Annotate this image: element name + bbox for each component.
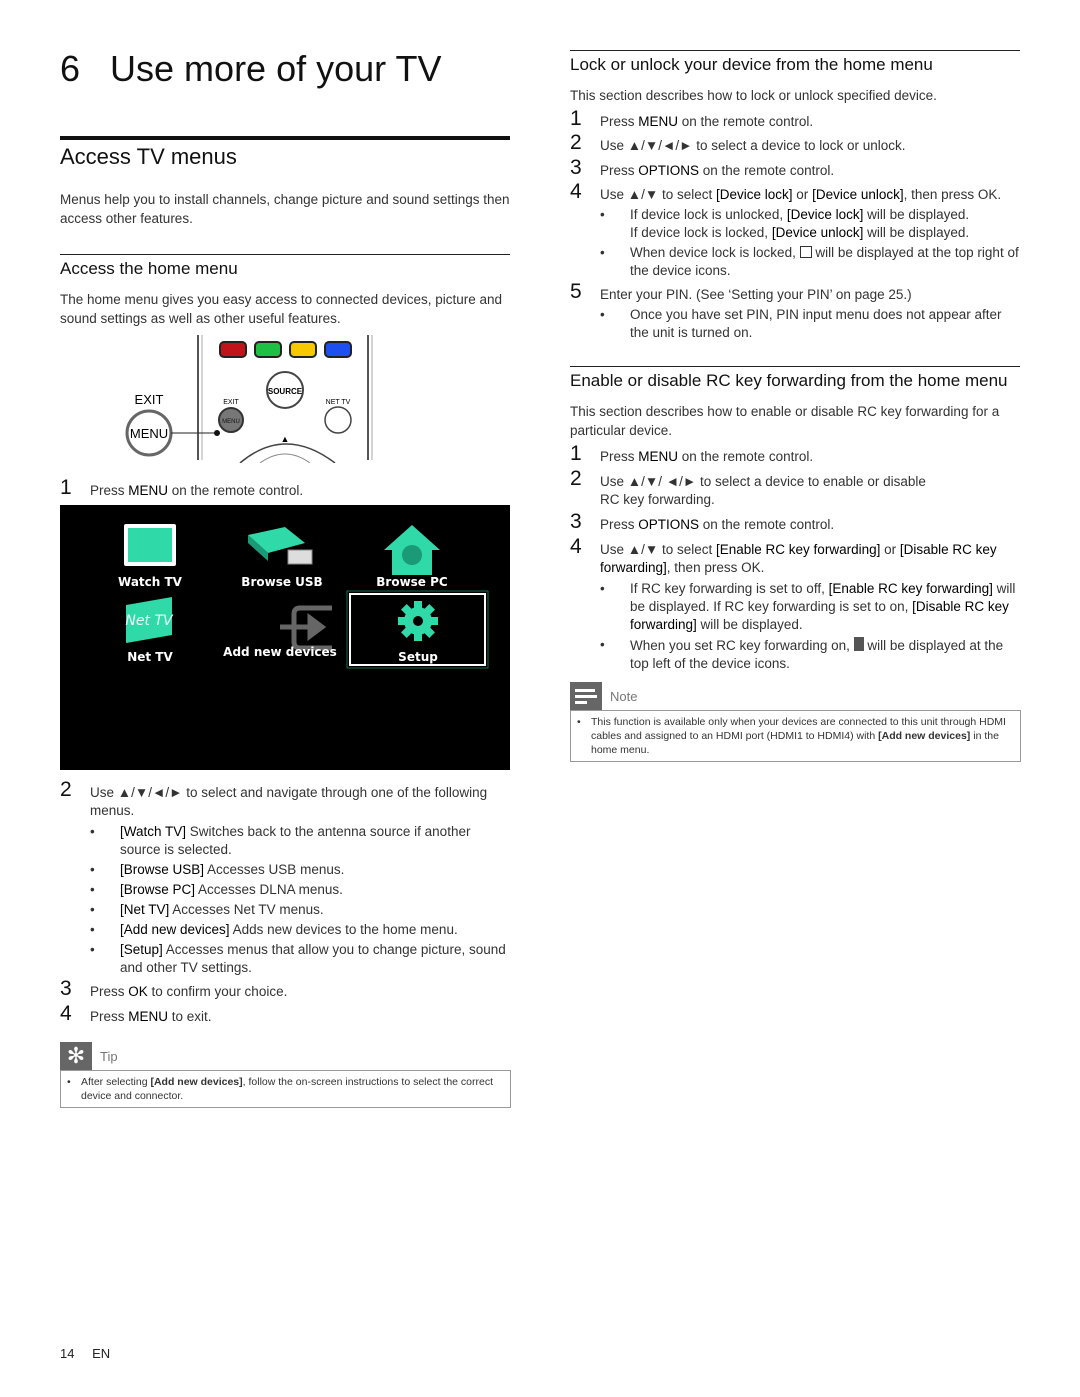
green-button	[254, 341, 282, 358]
menu-item-setup[interactable]: Setup	[358, 650, 478, 664]
chapter-title-text: Use more of your TV	[110, 48, 442, 89]
rc-section-title: Enable or disable RC key forwarding from…	[570, 371, 1008, 390]
rc-step-2: 2 Use ▲/▼/ ◄/► to select a device to ena…	[570, 467, 926, 507]
lock-bullet-icon: • When device lock is locked, will be di…	[600, 245, 1019, 278]
svg-text:Net TV: Net TV	[125, 613, 174, 629]
lock-step-4: 4 Use ▲/▼ to select [Device lock] or [De…	[570, 180, 1002, 203]
rc-step-1: 1 Press MENU on the remote control.	[570, 442, 814, 465]
rc-bullet-status: • If RC key forwarding is set to off, [E…	[600, 581, 1016, 632]
lock-bullet-status: • If device lock is unlocked, [Device lo…	[600, 207, 970, 240]
language-code: EN	[92, 1346, 111, 1361]
home-network-icon	[384, 525, 440, 575]
nettv-button	[324, 406, 352, 434]
chapter-number: 6	[60, 48, 81, 89]
exit-callout-label: EXIT	[135, 392, 164, 407]
menu-item-add-new-devices[interactable]: Add new devices	[220, 645, 340, 659]
subsection-title: Access the home menu	[60, 259, 238, 278]
lock-step-5: 5 Enter your PIN. (See ‘Setting your PIN…	[570, 280, 912, 303]
section-title: Access TV menus	[60, 144, 237, 169]
lock-section-title: Lock or unlock your device from the home…	[570, 55, 933, 74]
lock-intro: This section describes how to lock or un…	[570, 88, 937, 103]
bullet-add-new-devices: • [Add new devices] Adds new devices to t…	[90, 922, 458, 937]
red-button	[219, 341, 247, 358]
nettv-icon: Net TV	[125, 597, 174, 643]
source-label: SOURCE	[268, 387, 303, 396]
menu-item-browse-pc[interactable]: Browse PC	[352, 575, 472, 589]
home-menu-icons: Net TV	[124, 524, 489, 669]
menu-item-watch-tv[interactable]: Watch TV	[90, 575, 210, 589]
remote-illustration: SOURCE EXIT MENU NET TV ▲ EXIT MENU	[110, 335, 375, 464]
lock-section-divider	[570, 50, 1020, 51]
menu-item-net-tv[interactable]: Net TV	[90, 650, 210, 664]
menu-item-browse-usb[interactable]: Browse USB	[222, 575, 342, 589]
rc-step-4: 4 Use ▲/▼ to select [Enable RC key forwa…	[570, 535, 997, 575]
home-menu-screenshot: Net TV Watch TV Browse USB Browse PC Net…	[60, 505, 510, 770]
section-intro: Menus help you to install channels, chan…	[60, 192, 510, 226]
lock-bullet-pin: • Once you have set PIN, PIN input menu d…	[600, 307, 1002, 340]
bullet-watch-tv: • [Watch TV] Switches back to the antenna…	[90, 824, 471, 857]
nettv-label: NET TV	[326, 399, 351, 406]
subsection-divider	[60, 254, 510, 255]
note-callout: Note • This function is available only wh…	[570, 682, 1021, 762]
tv-icon	[124, 524, 176, 566]
remote-control-icon	[853, 637, 864, 651]
page-footer: 14 EN	[60, 1346, 110, 1361]
usb-icon	[248, 527, 313, 565]
step-4: 4 Press MENU to exit.	[60, 1002, 212, 1025]
note-lines-icon	[570, 682, 602, 710]
menu-callout-label: MENU	[130, 426, 168, 441]
gear-icon	[398, 601, 438, 641]
asterisk-icon: ✻	[60, 1042, 92, 1070]
rc-intro: This section describes how to enable or …	[570, 404, 1000, 438]
yellow-button	[289, 341, 317, 358]
subsection-intro: The home menu gives you easy access to c…	[60, 292, 502, 326]
small-exit-label: EXIT	[223, 399, 239, 406]
lock-step-2: 2 Use ▲/▼/◄/► to select a device to lock…	[570, 131, 906, 154]
bullet-browse-pc: • [Browse PC] Accesses DLNA menus.	[90, 882, 343, 897]
bullet-setup: • [Setup] Accesses menus that allow you t…	[90, 942, 506, 975]
step-1: 1 Press MENU on the remote control.	[60, 476, 304, 499]
chapter-title: 6 Use more of your TV	[60, 48, 441, 90]
page-number: 14	[60, 1346, 75, 1361]
bullet-browse-usb: • [Browse USB] Accesses USB menus.	[90, 862, 345, 877]
small-menu-label: MENU	[222, 419, 240, 425]
bullet-net-tv: • [Net TV] Accesses Net TV menus.	[90, 902, 324, 917]
lock-step-3: 3 Press OPTIONS on the remote control.	[570, 156, 835, 179]
rc-section-divider	[570, 366, 1020, 367]
tip-callout: ✻ Tip • After selecting [Add new devices]…	[60, 1042, 511, 1108]
rc-bullet-icon: • When you set RC key forwarding on, wil…	[600, 637, 1004, 671]
padlock-icon	[799, 246, 812, 258]
rc-step-3: 3 Press OPTIONS on the remote control.	[570, 510, 835, 533]
section-divider	[60, 136, 510, 140]
up-arrow-icon: ▲	[281, 434, 290, 444]
add-device-icon	[280, 605, 332, 651]
note-label: Note	[610, 688, 638, 704]
remote-drawing: SOURCE EXIT MENU NET TV ▲ EXIT MENU	[125, 335, 373, 464]
tip-label: Tip	[100, 1048, 118, 1064]
blue-button	[324, 341, 352, 358]
lock-step-1: 1 Press MENU on the remote control.	[570, 107, 814, 130]
step-3: 3 Press OK to confirm your choice.	[60, 977, 288, 1000]
note-text: • This function is available only when yo…	[570, 710, 1021, 762]
step-2: 2 Use ▲/▼/◄/► to select and navigate thr…	[60, 778, 488, 818]
tip-text: • After selecting [Add new devices], foll…	[60, 1070, 511, 1108]
